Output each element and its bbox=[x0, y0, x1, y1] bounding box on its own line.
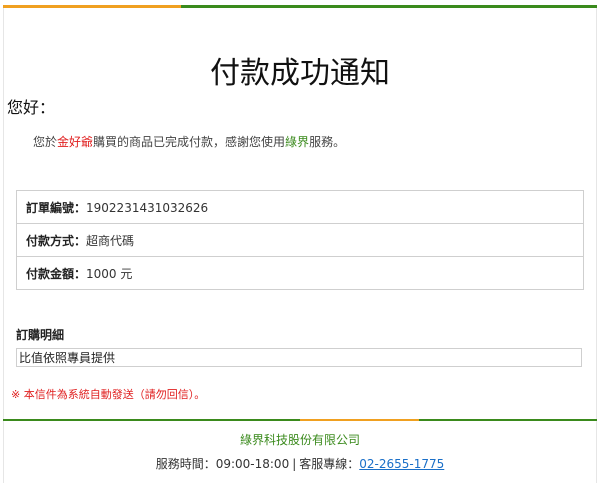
auto-email-notice: ※ 本信件為系統自動發送（請勿回信）。 bbox=[11, 388, 206, 401]
order-details-box: 比值依照專員提供 bbox=[16, 348, 582, 367]
order-details-title: 訂購明細 bbox=[16, 328, 65, 342]
order-info-table: 訂單編號：1902231431032626 付款方式：超商代碼 付款金額：100… bbox=[16, 190, 584, 290]
footer-accent-bar bbox=[3, 419, 597, 421]
message-middle: 購買的商品已完成付款，感謝您使用 bbox=[93, 135, 286, 149]
page-title: 付款成功通知 bbox=[210, 56, 390, 91]
payment-method-value: 超商代碼 bbox=[86, 233, 135, 248]
brand-name: 綠界 bbox=[285, 135, 310, 149]
service-info: 服務時間：09:00-18:00 | 客服專線：02-2655-1775 bbox=[0, 455, 600, 472]
payment-amount-label: 付款金額： bbox=[26, 266, 87, 281]
message-suffix: 服務。 bbox=[309, 135, 346, 149]
payment-amount-cell: 付款金額：1000 元 bbox=[16, 256, 584, 290]
payment-message: 您於金好爺購買的商品已完成付款，感謝您使用綠界服務。 bbox=[33, 133, 345, 150]
order-number-value: 1902231431032626 bbox=[86, 200, 209, 215]
company-name: 綠界科技股份有限公司 bbox=[239, 433, 360, 447]
order-number-cell: 訂單編號：1902231431032626 bbox=[16, 190, 584, 224]
payment-method-cell: 付款方式：超商代碼 bbox=[16, 223, 584, 257]
table-row: 付款方式：超商代碼 bbox=[16, 223, 584, 257]
payment-amount-value: 1000 元 bbox=[86, 266, 133, 281]
hotline-link[interactable]: 02-2655-1775 bbox=[359, 457, 444, 471]
shop-name: 金好爺 bbox=[57, 135, 94, 149]
table-row: 付款金額：1000 元 bbox=[16, 256, 584, 290]
footer-separator: | bbox=[292, 457, 297, 471]
service-hours: 服務時間：09:00-18:00 bbox=[155, 457, 290, 471]
payment-method-label: 付款方式： bbox=[26, 233, 87, 248]
message-prefix: 您於 bbox=[33, 135, 58, 149]
order-number-label: 訂單編號： bbox=[26, 200, 87, 215]
greeting-text: 您好： bbox=[7, 98, 56, 117]
hotline-label: 客服專線： bbox=[299, 457, 360, 471]
table-row: 訂單編號：1902231431032626 bbox=[16, 190, 584, 224]
